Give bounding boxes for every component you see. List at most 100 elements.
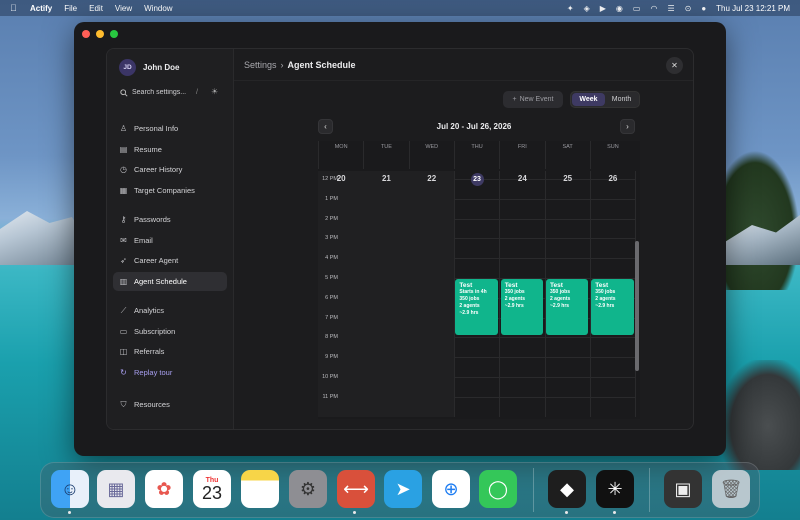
page-title: Agent Schedule <box>287 60 356 70</box>
sidebar-item-analytics[interactable]: ⟋ Analytics <box>113 301 227 320</box>
finder-icon[interactable]: ☺ <box>51 470 89 508</box>
sidebar-item-referrals[interactable]: ◫ Referrals <box>113 342 227 361</box>
menu-view[interactable]: View <box>115 4 132 13</box>
search-input[interactable] <box>132 89 192 96</box>
day-header-fri[interactable]: FRI 24 <box>499 141 544 183</box>
nav-group-profile: ♙ Personal Info ▤ Resume ◷ Career History ▦… <box>113 119 227 201</box>
new-event-label: New Event <box>519 96 554 103</box>
zoom-window-button[interactable] <box>110 30 118 38</box>
hour-label: 2 PM <box>325 215 338 222</box>
day-header-tue[interactable]: TUE 21 <box>363 141 408 183</box>
event-detail: 2 agents <box>550 296 571 302</box>
downloads-icon[interactable]: ▣ <box>664 470 702 508</box>
messages-icon[interactable]: ◯ <box>479 470 517 508</box>
notes-icon[interactable] <box>241 470 279 508</box>
menu-edit[interactable]: Edit <box>89 4 103 13</box>
today-date-badge: 23 <box>470 173 484 186</box>
rocket-icon: ➶ <box>120 256 127 265</box>
status-app-icon[interactable]: ✦ <box>567 4 574 13</box>
schedule-event[interactable]: Test 350 jobs 2 agents ~2.9 hrs <box>500 279 543 335</box>
telegram-icon[interactable]: ➤ <box>384 470 422 508</box>
day-header-wed[interactable]: WED 22 <box>408 141 454 183</box>
menu-file[interactable]: File <box>64 4 77 13</box>
menu-bar:  Actify File Edit View Window ✦ ◈ ▶ ◉ ▭… <box>0 0 800 16</box>
sidebar-item-career-history[interactable]: ◷ Career History <box>113 160 227 179</box>
menu-clock[interactable]: Thu Jul 23 12:21 PM <box>716 4 790 13</box>
sidebar-item-replay-tour[interactable]: ↻ Replay tour <box>113 363 227 382</box>
avatar: JD <box>119 59 136 76</box>
event-detail: ~2.9 hrs <box>504 303 524 309</box>
sidebar-item-label: Passwords <box>134 215 171 224</box>
sidebar-item-label: Target Companies <box>134 185 195 195</box>
status-shield-icon[interactable]: ◈ <box>584 4 590 13</box>
calendar-icon[interactable]: Thu 23 <box>193 470 231 508</box>
day-date: 21 <box>381 174 391 183</box>
wifi-icon[interactable]: ◠ <box>650 4 657 13</box>
apple-icon[interactable]:  <box>10 3 20 13</box>
schedule-main: Settings › Agent Schedule ✕ + New Event … <box>234 49 693 429</box>
hour-gridline <box>455 258 635 260</box>
sidebar-item-label: Analytics <box>134 306 165 315</box>
sidebar-item-resources[interactable]: ⛉ Resources <box>113 395 227 414</box>
day-header-sun[interactable]: SUN 26 <box>589 141 635 183</box>
breadcrumb-parent[interactable]: Settings <box>244 60 277 70</box>
sidebar-item-label: Subscription <box>134 326 176 336</box>
hour-label: 6 PM <box>325 294 338 301</box>
control-center-icon[interactable]: ☰ <box>667 4 674 13</box>
hour-gridline <box>455 396 635 398</box>
menu-window[interactable]: Window <box>144 4 172 13</box>
day-header-sat[interactable]: SAT 25 <box>544 141 590 183</box>
sidebar-item-career-agent[interactable]: ➶ Career Agent <box>113 251 227 270</box>
user-profile[interactable]: JD John Doe <box>119 59 179 76</box>
hour-label: 11 PM <box>322 393 339 400</box>
view-toggle: Week Month <box>570 91 640 108</box>
sidebar-item-agent-schedule[interactable]: ▥ Agent Schedule <box>113 271 227 291</box>
menu-app-name[interactable]: Actify <box>30 4 52 13</box>
schedule-event[interactable]: Test Starts in 4h 350 jobs 2 agents ~2.9 hrs <box>455 279 498 335</box>
day-header-mon[interactable]: MON 20 <box>318 141 363 183</box>
view-month-button[interactable]: Month <box>605 93 638 106</box>
minimize-window-button[interactable] <box>96 30 104 38</box>
header-divider <box>234 80 693 81</box>
day-name: SAT <box>562 144 573 150</box>
theme-toggle-icon[interactable]: ☀ <box>211 87 218 96</box>
settings-icon[interactable]: ⚙ <box>289 470 327 508</box>
chevron-left-icon[interactable]: ‹ <box>318 119 333 134</box>
trash-icon[interactable]: 🗑 <box>712 470 750 508</box>
close-icon[interactable]: ✕ <box>666 57 683 74</box>
day-name: FRI <box>517 144 527 150</box>
sidebar-item-passwords[interactable]: ⚷ Passwords <box>113 210 227 229</box>
sidebar-item-label: Replay tour <box>134 367 173 377</box>
day-header-thu[interactable]: THU 23 <box>453 141 499 186</box>
status-play-icon[interactable]: ▶ <box>600 4 606 13</box>
battery-icon[interactable]: ▭ <box>633 4 641 13</box>
spotlight-icon[interactable]: ⊙ <box>685 4 692 13</box>
status-record-icon[interactable]: ◉ <box>616 4 623 13</box>
user-name: John Doe <box>143 63 180 72</box>
safari-icon[interactable]: ⊕ <box>432 470 470 508</box>
perplexity-icon[interactable]: ✳ <box>596 470 634 508</box>
sidebar-item-target-companies[interactable]: ▦ Target Companies <box>113 181 227 200</box>
view-week-button[interactable]: Week <box>572 93 605 106</box>
siri-icon[interactable]: ● <box>701 4 706 13</box>
sidebar-item-personal-info[interactable]: ♙ Personal Info <box>113 119 227 138</box>
launchpad-icon[interactable]: ▦ <box>97 470 135 508</box>
calendar-scrollbar[interactable] <box>635 241 639 371</box>
event-detail: 2 agents <box>595 296 616 302</box>
photos-icon[interactable]: ✿ <box>145 470 183 508</box>
remote-desktop-icon[interactable]: ⟷ <box>337 470 375 508</box>
dock-separator <box>649 468 650 512</box>
sidebar-item-resume[interactable]: ▤ Resume <box>113 140 227 159</box>
hour-label: 5 PM <box>325 275 338 281</box>
close-window-button[interactable] <box>82 30 90 38</box>
new-event-button[interactable]: + New Event <box>503 91 563 108</box>
chevron-right-icon[interactable]: › <box>620 119 635 134</box>
card-icon: ▭ <box>119 326 128 336</box>
schedule-event[interactable]: Test 350 jobs 2 agents ~2.9 hrs <box>591 279 634 335</box>
sidebar-item-subscription[interactable]: ▭ Subscription <box>113 322 227 341</box>
day-date: 22 <box>427 174 437 183</box>
schedule-event[interactable]: Test 350 jobs 2 agents ~2.9 hrs <box>546 279 589 335</box>
sidebar-item-email[interactable]: ✉ Email <box>113 231 227 250</box>
date-range-label: Jul 20 - Jul 26, 2026 <box>436 122 512 131</box>
cursor-icon[interactable]: ◆ <box>548 470 586 508</box>
